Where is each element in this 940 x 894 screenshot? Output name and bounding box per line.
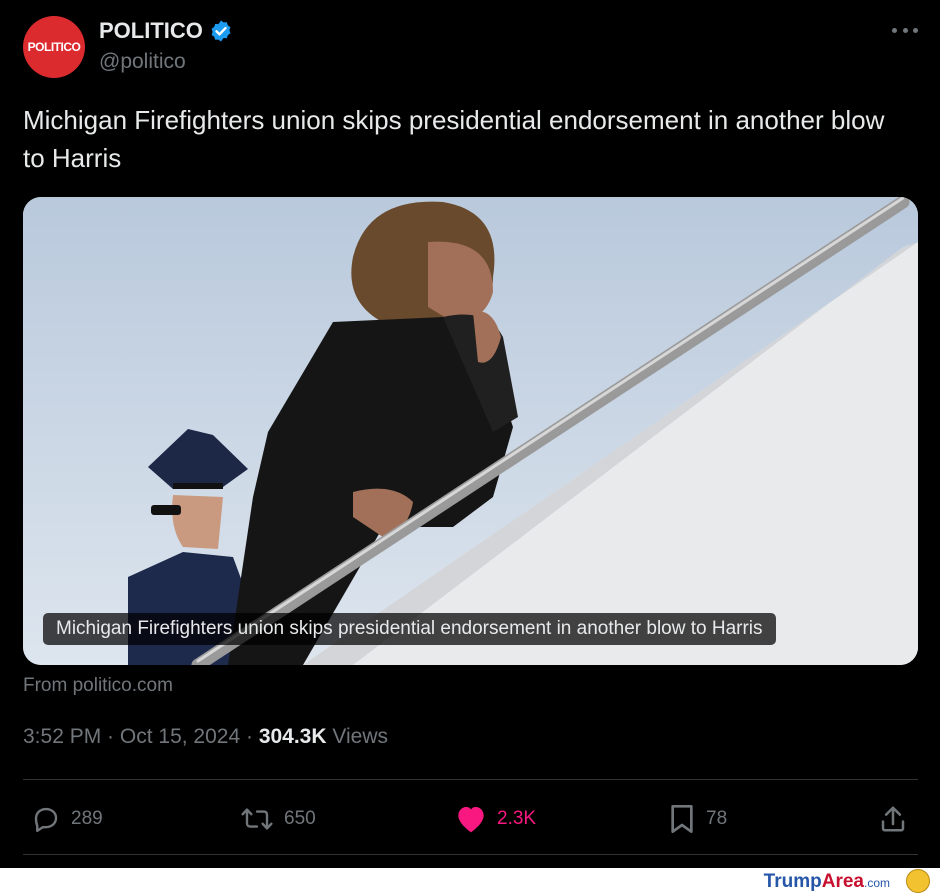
watermark-emoji-icon [906,869,930,893]
tweet-date[interactable]: Oct 15, 2024 [120,725,240,748]
tweet: POLITICO POLITICO @politico Michigan Fir… [0,0,940,868]
watermark-logo: TrumpArea.com [763,871,890,892]
link-card[interactable]: Michigan Firefighters union skips presid… [23,197,918,665]
meta-separator: · [101,725,120,748]
tweet-text: Michigan Firefighters union skips presid… [23,105,885,173]
divider [23,854,918,855]
action-bar: 289 650 2.3K 78 [0,790,940,848]
avatar[interactable]: POLITICO [23,16,85,78]
more-options-icon[interactable] [892,20,918,40]
site-watermark: TrumpArea.com [0,868,940,894]
reply-button[interactable]: 289 [31,790,103,848]
views-label: Views [326,725,389,748]
divider [23,779,918,780]
reply-count: 289 [71,808,103,829]
card-source-link[interactable]: From politico.com [23,675,173,697]
avatar-logo-text: POLITICO [27,40,81,54]
card-photo [23,197,918,665]
bookmark-count: 78 [706,808,728,829]
handle[interactable]: @politico [99,50,186,74]
card-caption: Michigan Firefighters union skips presid… [43,613,776,645]
repost-button[interactable]: 650 [240,790,316,848]
bookmark-button[interactable]: 78 [668,790,727,848]
display-name-text: POLITICO [99,18,203,43]
tweet-meta: 3:52 PM · Oct 15, 2024 · 304.3K Views [23,725,388,749]
repost-icon [241,808,273,830]
like-button[interactable]: 2.3K [455,790,536,848]
heart-filled-icon [458,807,484,833]
verified-badge-icon [211,20,231,42]
repost-count: 650 [284,808,316,829]
like-count: 2.3K [497,808,537,829]
display-name[interactable]: POLITICO [99,18,233,44]
reply-icon [34,807,58,833]
share-button[interactable] [878,790,908,848]
tweet-time[interactable]: 3:52 PM [23,725,101,748]
views-count: 304.3K [258,725,327,748]
meta-separator: · [240,725,259,748]
bookmark-icon [671,805,693,833]
share-icon [881,806,905,832]
